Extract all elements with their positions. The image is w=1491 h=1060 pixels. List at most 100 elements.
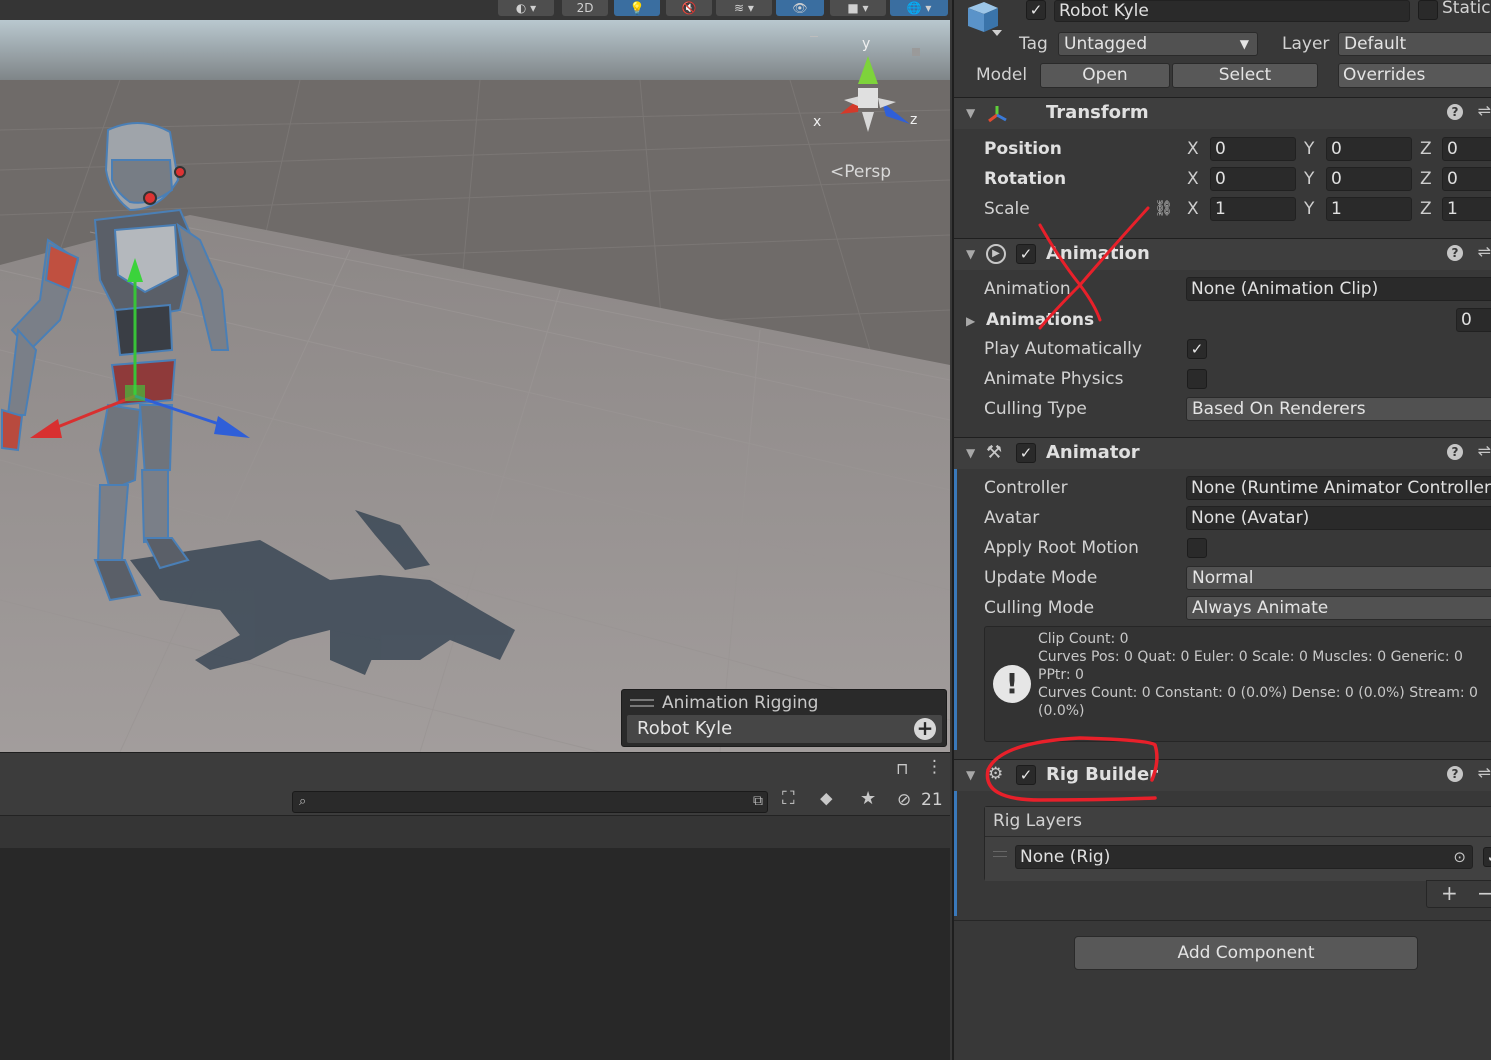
component-settings-icon[interactable]: ⇌ — [1478, 242, 1491, 261]
rotation-y-field[interactable]: 0 — [1326, 167, 1412, 191]
rig-layer-object-field[interactable]: None (Rig) ⊙ — [1015, 845, 1473, 869]
rotation-z-field[interactable]: 0 — [1442, 167, 1491, 191]
search-input[interactable]: ⌕ ⧉ — [292, 791, 768, 813]
model-select-button[interactable]: Select — [1172, 63, 1318, 88]
animations-count-field[interactable]: 0 — [1456, 308, 1491, 332]
update-mode-dropdown[interactable]: Normal — [1186, 566, 1491, 590]
tag-dropdown[interactable]: Untagged ▼ — [1058, 32, 1258, 56]
help-icon[interactable]: ? — [1447, 766, 1463, 782]
culling-mode-dropdown[interactable]: Always Animate — [1186, 596, 1491, 620]
audio-toggle[interactable]: 🔇 — [666, 0, 712, 16]
rig-layer-row[interactable]: None (Rig) ⊙ ✓ — [985, 837, 1491, 881]
perspective-toggle[interactable]: <Persp — [830, 162, 891, 182]
model-overrides-button[interactable]: Overrides — [1338, 63, 1491, 88]
foldout-collapsed-icon[interactable]: ▶ — [966, 314, 975, 328]
lock-icon[interactable] — [912, 48, 920, 56]
controller-field[interactable]: None (Runtime Animator Controller) — [1186, 476, 1491, 500]
filter-by-type-icon[interactable]: ⛶ — [782, 788, 795, 809]
gizmo-y-label: y — [862, 36, 870, 52]
play-automatically-checkbox[interactable]: ✓ — [1187, 339, 1207, 359]
transform-header[interactable]: ▼ Transform ? ⇌ — [954, 97, 1491, 129]
position-x-field[interactable]: 0 — [1210, 137, 1296, 161]
object-picker-icon[interactable]: ⊙ — [1453, 846, 1466, 868]
warning-exclamation-icon: ! — [993, 665, 1031, 703]
divider — [954, 920, 1491, 921]
info-clip-count: Clip Count: 0 — [1038, 631, 1129, 647]
culling-type-dropdown[interactable]: Based On Renderers — [1186, 397, 1491, 421]
component-settings-icon[interactable]: ⇌ — [1478, 441, 1491, 460]
reorder-handle-icon[interactable] — [993, 851, 1007, 857]
layer-dropdown[interactable]: Default — [1338, 32, 1491, 56]
position-z-field[interactable]: 0 — [1442, 137, 1491, 161]
mode-2d-button[interactable]: 2D — [562, 0, 608, 16]
scene-visibility-toggle[interactable]: 👁 — [776, 0, 824, 16]
animator-header[interactable]: ▼ ⚒ ✓ Animator ? ⇌ — [954, 437, 1491, 469]
more-menu-icon[interactable]: ⋮ — [926, 757, 943, 777]
remove-list-item-button[interactable]: − — [1477, 881, 1491, 905]
gizmos-dropdown[interactable]: 🌐 ▾ — [890, 0, 948, 16]
apply-root-motion-checkbox[interactable] — [1187, 538, 1207, 558]
add-circle-icon[interactable]: + — [914, 718, 936, 740]
component-settings-icon[interactable]: ⇌ — [1478, 101, 1491, 120]
scale-z-field[interactable]: 1 — [1442, 197, 1491, 221]
rig-builder-header[interactable]: ▼ ⚙ ✓ Rig Builder ? ⇌ — [954, 759, 1491, 791]
object-name-field[interactable]: Robot Kyle — [1054, 0, 1410, 22]
model-label: Model — [976, 65, 1028, 85]
scene-viewport[interactable] — [0, 20, 950, 752]
info-curves-pos: Curves Pos: 0 Quat: 0 Euler: 0 Scale: 0 … — [1038, 649, 1463, 665]
position-y-field[interactable]: 0 — [1326, 137, 1412, 161]
rig-builder-enabled-checkbox[interactable]: ✓ — [1016, 765, 1036, 785]
animator-enabled-checkbox[interactable]: ✓ — [1016, 443, 1036, 463]
active-checkbox[interactable]: ✓ — [1026, 0, 1046, 20]
scene-toolbar: ◐ ▾ 2D 💡 🔇 ≋ ▾ 👁 ■ ▾ 🌐 ▾ — [0, 0, 950, 20]
foldout-expanded-icon[interactable]: ▼ — [966, 247, 975, 261]
animation-title: Animation — [1046, 243, 1150, 264]
foldout-expanded-icon[interactable]: ▼ — [966, 768, 975, 782]
hidden-count: 21 — [921, 790, 943, 810]
foldout-expanded-icon[interactable]: ▼ — [966, 446, 975, 460]
model-open-button[interactable]: Open — [1040, 63, 1170, 88]
avatar-field[interactable]: None (Avatar) — [1186, 506, 1491, 530]
constrain-proportions-icon[interactable]: ⛓ — [1154, 199, 1173, 217]
apply-root-motion-label: Apply Root Motion — [984, 538, 1139, 558]
foldout-expanded-icon[interactable]: ▼ — [966, 106, 975, 120]
rig-layers-header: Rig Layers — [985, 807, 1491, 837]
lightbulb-icon: 💡 — [629, 1, 645, 15]
animation-enabled-checkbox[interactable]: ✓ — [1016, 244, 1036, 264]
animation-clip-field[interactable]: None (Animation Clip) — [1186, 277, 1491, 301]
shading-icon: ◐ ▾ — [515, 1, 537, 15]
camera-dropdown[interactable]: ■ ▾ — [830, 0, 886, 16]
help-icon[interactable]: ? — [1447, 104, 1463, 120]
search-options-icon[interactable]: ⧉ — [753, 793, 763, 809]
scale-y-axis-label: Y — [1304, 199, 1315, 219]
position-z-axis-label: Z — [1420, 139, 1432, 159]
rig-layer-active-checkbox[interactable]: ✓ — [1483, 847, 1491, 867]
lighting-toggle[interactable]: 💡 — [614, 0, 660, 16]
culling-mode-label: Culling Mode — [984, 598, 1095, 618]
orientation-gizmo[interactable]: y x z — [810, 36, 930, 146]
help-icon[interactable]: ? — [1447, 444, 1463, 460]
add-component-button[interactable]: Add Component — [1074, 936, 1418, 970]
animation-rigging-overlay[interactable]: Animation Rigging Robot Kyle + — [621, 689, 947, 747]
transform-axes-icon — [988, 106, 1007, 123]
component-settings-icon[interactable]: ⇌ — [1478, 763, 1491, 782]
animation-header[interactable]: ▼ ▶ ✓ Animation ? ⇌ — [954, 238, 1491, 270]
lock-icon[interactable]: ⊓ — [896, 759, 908, 778]
drag-handle-icon[interactable] — [630, 699, 654, 707]
scale-y-field[interactable]: 1 — [1326, 197, 1412, 221]
hidden-packages-icon[interactable]: ⊘ — [897, 790, 911, 810]
overlay-item-robot-kyle[interactable]: Robot Kyle + — [627, 715, 942, 743]
help-icon[interactable]: ? — [1447, 245, 1463, 261]
add-list-item-button[interactable]: + — [1441, 881, 1458, 905]
scale-z-axis-label: Z — [1420, 199, 1432, 219]
animate-physics-checkbox[interactable] — [1187, 369, 1207, 389]
filter-by-label-icon[interactable]: ⬥ — [820, 788, 833, 809]
gizmo-y-axis[interactable] — [858, 56, 878, 84]
draw-mode-button[interactable]: ◐ ▾ — [498, 0, 554, 16]
effects-dropdown[interactable]: ≋ ▾ — [716, 0, 772, 16]
scale-x-field[interactable]: 1 — [1210, 197, 1296, 221]
rotation-x-field[interactable]: 0 — [1210, 167, 1296, 191]
static-checkbox[interactable] — [1418, 0, 1438, 20]
scene-view[interactable]: ◐ ▾ 2D 💡 🔇 ≋ ▾ 👁 ■ ▾ 🌐 ▾ y x z <Persp An… — [0, 0, 950, 752]
favorites-star-icon[interactable]: ★ — [860, 788, 876, 809]
